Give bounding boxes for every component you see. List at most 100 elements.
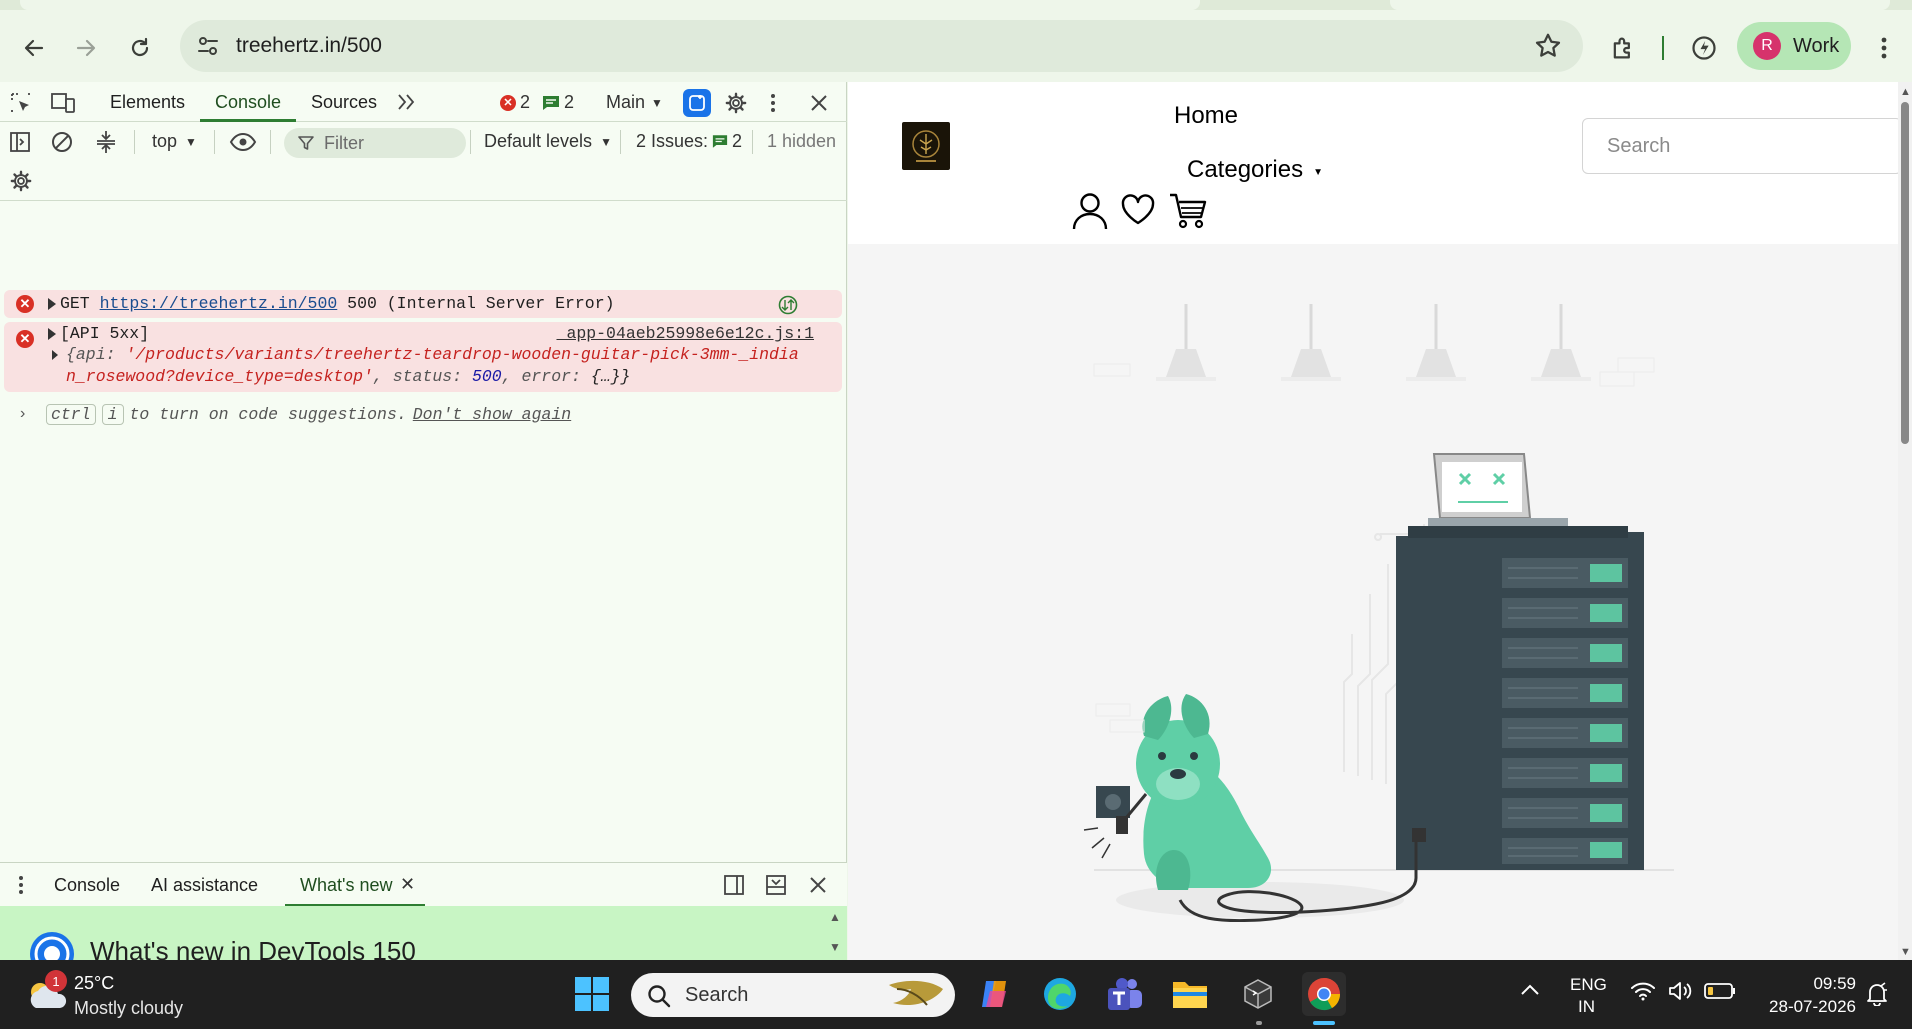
site-header: Home Categories ▼ (848, 82, 1912, 244)
gear-icon (10, 170, 32, 192)
expand-triangle-icon[interactable] (48, 328, 56, 340)
show-sidebar-button[interactable] (8, 130, 32, 154)
tab-console[interactable]: Console (215, 92, 281, 113)
kebab-menu-icon (19, 876, 23, 894)
chrome-app[interactable] (1302, 972, 1346, 1016)
context-top-selector[interactable]: top ▼ (152, 131, 197, 152)
tab-hint[interactable] (1390, 0, 1890, 10)
nav-categories-dropdown[interactable]: Categories ▼ (1187, 156, 1323, 184)
tab-elements[interactable]: Elements (110, 92, 185, 113)
scroll-up-icon[interactable]: ▲ (1900, 86, 1911, 98)
error-value[interactable]: {…}} (591, 367, 631, 386)
back-button[interactable] (14, 28, 54, 68)
teams-app[interactable] (1103, 972, 1147, 1016)
drawer-tab-whats-new[interactable]: What's new (300, 875, 392, 896)
console-settings-button[interactable] (8, 168, 34, 194)
site-logo[interactable] (902, 122, 950, 170)
language-indicator[interactable]: ENG IN (1566, 972, 1610, 1018)
address-bar[interactable]: treehertz.in/500 (180, 20, 1583, 72)
log-levels-dropdown[interactable]: Default levels ▼ (484, 131, 612, 152)
scrollbar-thumb[interactable] (1901, 102, 1909, 444)
terminal-app[interactable] (1236, 972, 1280, 1016)
clear-console-button[interactable] (50, 130, 74, 154)
profile-button[interactable]: R Work (1737, 22, 1851, 70)
shopping-cart-icon[interactable] (1168, 192, 1208, 230)
forward-button[interactable] (66, 28, 106, 68)
dont-show-again-link[interactable]: Don't show again (413, 405, 571, 424)
more-tabs-button[interactable] (394, 90, 418, 114)
copilot-app[interactable] (973, 972, 1017, 1016)
close-devtools-button[interactable] (806, 90, 832, 116)
tab-active-hint[interactable] (20, 0, 1200, 10)
expand-triangle-icon[interactable] (48, 298, 56, 310)
hidden-count[interactable]: 1 hidden (767, 131, 836, 152)
weather-widget[interactable]: 1 25°C Mostly cloudy (0, 960, 200, 1029)
devtools-settings-button[interactable] (723, 90, 749, 116)
error-count: 2 (520, 92, 531, 112)
volume-icon (1669, 982, 1692, 1000)
user-account-icon[interactable] (1072, 192, 1108, 230)
request-url-link[interactable]: https://treehertz.in/500 (100, 294, 338, 313)
error-counter[interactable]: ✕ 2 (500, 92, 530, 113)
console-filter-input[interactable]: Filter (284, 128, 466, 158)
scroll-up-icon[interactable]: ▲ (829, 910, 841, 924)
clock[interactable]: 09:59 28-07-2026 (1756, 972, 1856, 1018)
clock-date: 28-07-2026 (1769, 997, 1856, 1016)
live-expression-button[interactable] (228, 130, 258, 154)
start-button[interactable] (570, 972, 614, 1016)
context-selector[interactable]: Main ▼ (606, 92, 663, 113)
nav-home-link[interactable]: Home (1174, 102, 1238, 130)
drawer-menu-button[interactable] (14, 873, 28, 897)
inspect-element-button[interactable] (8, 90, 34, 116)
source-file-link[interactable]: _app-04aeb25998e6e12c.js:1 (557, 324, 814, 343)
dock-side-button[interactable] (722, 873, 746, 897)
wishlist-heart-icon[interactable] (1121, 194, 1155, 226)
devtools-tabbar: Elements Console Sources ✕ 2 2 Main ▼ (0, 82, 847, 122)
issues-button[interactable]: 2 Issues: 2 (636, 131, 742, 152)
site-search-input[interactable] (1583, 119, 1901, 173)
reload-button[interactable] (120, 28, 160, 68)
folder-icon (1173, 982, 1207, 1008)
page-scrollbar[interactable]: ▲ ▼ (1898, 82, 1912, 960)
scroll-down-icon[interactable]: ▼ (829, 940, 841, 954)
edge-app[interactable] (1038, 972, 1082, 1016)
bookmark-star-icon[interactable] (1533, 31, 1563, 61)
browser-menu-button[interactable] (1866, 30, 1902, 66)
drawer-tab-ai-assistance[interactable]: AI assistance (151, 875, 258, 896)
file-explorer-app[interactable] (1168, 972, 1212, 1016)
ai-assistance-button[interactable] (683, 89, 711, 117)
api-object-line1: {api: '/products/variants/treehertz-tear… (66, 345, 799, 364)
close-drawer-button[interactable] (806, 873, 830, 897)
url-text[interactable]: treehertz.in/500 (236, 34, 382, 58)
device-toolbar-button[interactable] (50, 90, 76, 116)
site-search-box[interactable] (1582, 118, 1902, 174)
message-counter[interactable]: 2 (542, 92, 574, 113)
minimize-drawer-button[interactable] (764, 873, 788, 897)
taskbar-search-box[interactable]: Search (631, 973, 955, 1017)
drawer-scrollbar[interactable]: ▲ ▼ (829, 908, 843, 960)
scroll-down-icon[interactable]: ▼ (1900, 946, 1911, 958)
profile-label: Work (1793, 34, 1840, 57)
expand-triangle-icon[interactable] (52, 350, 58, 360)
web-page-viewport: Home Categories ▼ Search ▲ ▼ (848, 82, 1912, 960)
system-tray[interactable] (1630, 980, 1736, 1002)
close-tab-icon[interactable]: ✕ (400, 874, 415, 895)
console-message-error[interactable]: ✕ GET https://treehertz.in/500 500 (Inte… (4, 290, 842, 318)
divider (0, 200, 847, 201)
collapse-groups-button[interactable] (94, 130, 118, 154)
speed-icon (1692, 36, 1716, 60)
show-hidden-icons-button[interactable] (1520, 982, 1544, 1006)
api-error-label: [API 5xx] (60, 324, 150, 343)
devtools-menu-button[interactable] (765, 90, 781, 116)
extensions-button[interactable] (1605, 30, 1641, 66)
tab-sources[interactable]: Sources (311, 92, 377, 113)
notifications-button[interactable] (1866, 982, 1892, 1008)
network-request-icon[interactable] (778, 295, 798, 315)
site-info-icon[interactable] (196, 34, 220, 58)
console-message-error[interactable]: ✕ [API 5xx] _app-04aeb25998e6e12c.js:1 {… (4, 322, 842, 392)
running-indicator (1256, 1021, 1262, 1025)
performance-button[interactable] (1686, 30, 1722, 66)
console-output: ✕ GET https://treehertz.in/500 500 (Inte… (0, 202, 847, 862)
search-icon (648, 985, 671, 1008)
drawer-tab-console[interactable]: Console (54, 875, 120, 896)
